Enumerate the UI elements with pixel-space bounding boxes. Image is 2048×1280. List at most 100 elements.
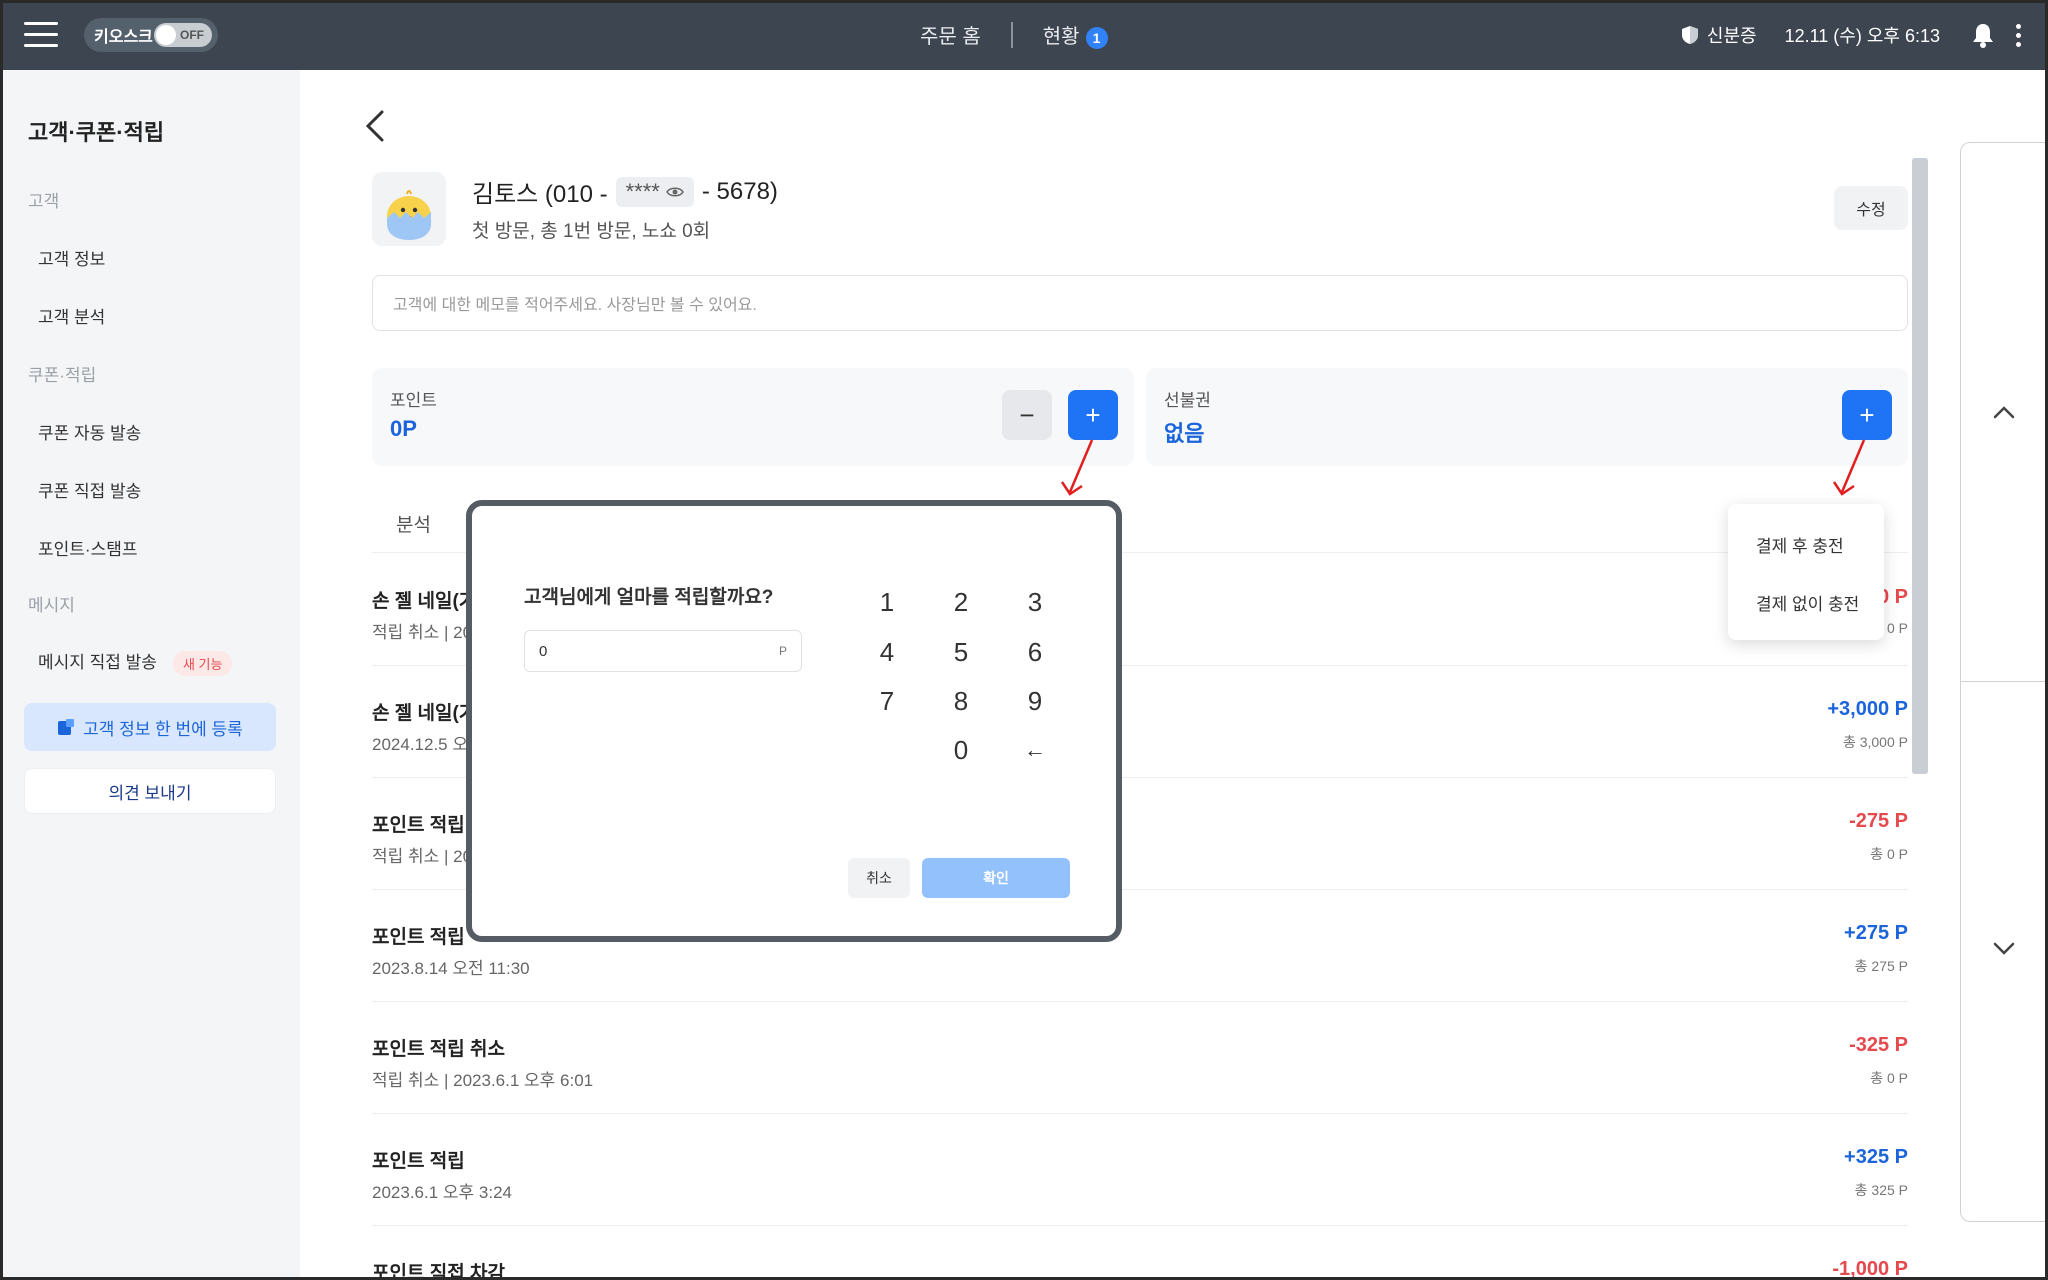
amount-value: 0	[539, 642, 548, 660]
amount-input[interactable]: 0 P	[524, 630, 802, 672]
row-title: 포인트 적립	[372, 815, 465, 836]
row-amount: -1,000 P	[1832, 1258, 1908, 1280]
eye-icon[interactable]	[665, 185, 684, 199]
edit-button[interactable]: 수정	[1834, 186, 1908, 230]
chevron-down-icon[interactable]	[1989, 933, 2019, 963]
history-row[interactable]: 포인트 직접 차감 -1,000 P	[372, 1226, 1908, 1280]
toggle-knob	[156, 25, 176, 45]
row-title: 포인트 직접 차감	[372, 1263, 505, 1280]
row-sub: 적립 취소 | 20	[372, 623, 473, 642]
customer-name-prefix: 김토스 (010 -	[472, 181, 608, 208]
key-6[interactable]: 6	[1010, 632, 1060, 672]
masked-phone[interactable]: ****	[615, 176, 694, 207]
nav-status-label: 현황	[1042, 26, 1080, 48]
visit-summary: 첫 방문, 총 1번 방문, 노쇼 0회	[472, 221, 711, 242]
point-value: 0P	[390, 416, 417, 441]
key-9[interactable]: 9	[1010, 681, 1060, 721]
more-icon[interactable]	[2016, 23, 2022, 47]
prepaid-plus-button[interactable]: +	[1842, 390, 1892, 440]
point-plus-button[interactable]: +	[1068, 390, 1118, 440]
nav-order-home[interactable]: 주문 홈	[920, 20, 981, 49]
row-sub: 2023.6.1 오후 3:24	[372, 1183, 512, 1202]
key-2[interactable]: 2	[936, 582, 986, 622]
row-total: 0 P	[1886, 620, 1908, 636]
kiosk-toggle[interactable]: 키오스크 OFF	[84, 18, 218, 52]
history-row[interactable]: 포인트 적립 2023.6.1 오후 3:24 +325 P 총 325 P	[372, 1114, 1908, 1226]
row-amount: +275 P	[1844, 922, 1908, 944]
id-verify-label[interactable]: 신분증	[1707, 22, 1757, 48]
amount-unit: P	[778, 644, 787, 658]
point-minus-button[interactable]: −	[1002, 390, 1052, 440]
sidebar-item-coupon-auto[interactable]: 쿠폰 자동 발송	[38, 419, 141, 444]
row-sub: 2024.12.5 오	[372, 735, 468, 754]
row-sub: 적립 취소 | 20	[372, 847, 473, 866]
row-total: 총 0 P	[1870, 846, 1908, 862]
menu-charge-without-pay[interactable]: 결제 없이 충전	[1756, 590, 1859, 615]
memo-input[interactable]: 고객에 대한 메모를 적어주세요. 사장님만 볼 수 있어요.	[372, 275, 1908, 331]
row-total: 총 325 P	[1854, 1182, 1908, 1198]
annotation-arrow-icon	[1832, 439, 1866, 496]
chevron-up-icon[interactable]	[1989, 397, 2019, 427]
history-row[interactable]: 포인트 적립 취소 적립 취소 | 2023.6.1 오후 6:01 -325 …	[372, 1002, 1908, 1114]
sidebar-item-message-direct[interactable]: 메시지 직접 발송 새 기능	[38, 648, 233, 677]
back-arrow-icon[interactable]	[362, 108, 388, 144]
register-icon	[58, 719, 75, 735]
menu-charge-after-pay[interactable]: 결제 후 충전	[1756, 532, 1844, 557]
customer-name-suffix: - 5678)	[701, 177, 778, 205]
sidebar-item-customer-info[interactable]: 고객 정보	[38, 245, 105, 270]
row-amount: +3,000 P	[1827, 698, 1908, 720]
row-amount: +325 P	[1844, 1146, 1908, 1168]
sidebar-item-customer-analysis[interactable]: 고객 분석	[38, 303, 105, 328]
row-amount: -325 P	[1849, 1034, 1908, 1056]
confirm-button[interactable]: 확인	[922, 858, 1070, 898]
feedback-button[interactable]: 의견 보내기	[24, 768, 276, 814]
bulk-register-button[interactable]: 고객 정보 한 번에 등록	[24, 703, 276, 751]
prepaid-card: 선불권 없음 +	[1146, 368, 1908, 466]
row-title: 손 젤 네일(기	[372, 703, 477, 724]
backspace-key[interactable]: ←	[1010, 730, 1060, 770]
prepaid-value: 없음	[1164, 421, 1205, 446]
top-right: 신분증 12.11 (수) 오후 6:13	[1681, 0, 2048, 70]
key-8[interactable]: 8	[936, 681, 986, 721]
key-4[interactable]: 4	[862, 632, 912, 672]
kiosk-switch[interactable]: OFF	[154, 23, 212, 47]
sidebar-section-customer: 고객	[28, 192, 60, 211]
key-0[interactable]: 0	[936, 730, 986, 770]
key-3[interactable]: 3	[1010, 582, 1060, 622]
dialog-question: 고객님에게 얼마를 적립할까요?	[524, 587, 774, 608]
sidebar-section-coupon: 쿠폰·적립	[28, 366, 97, 385]
prepaid-charge-menu: 결제 후 충전 결제 없이 충전	[1728, 504, 1884, 640]
kiosk-label: 키오스크	[94, 29, 153, 46]
row-amount: -275 P	[1849, 810, 1908, 832]
sidebar-section-message: 메시지	[28, 596, 75, 615]
key-1[interactable]: 1	[862, 582, 912, 622]
sidebar-item-coupon-direct[interactable]: 쿠폰 직접 발송	[38, 477, 141, 502]
panel-divider	[1961, 681, 2048, 682]
masked-digits: ****	[625, 178, 660, 204]
row-sub: 적립 취소 | 2023.6.1 오후 6:01	[372, 1071, 594, 1090]
row-title: 손 젤 네일(기	[372, 591, 477, 612]
scrollbar[interactable]	[1912, 158, 1928, 774]
cancel-button[interactable]: 취소	[848, 858, 910, 898]
sidebar-item-point-stamp[interactable]: 포인트·스탬프	[38, 535, 138, 560]
bell-icon[interactable]	[1970, 22, 1996, 48]
nav-divider	[1010, 21, 1013, 48]
point-earn-dialog: 고객님에게 얼마를 적립할까요? 0 P 1 2 3 4 5 6 7 8 9 0…	[466, 500, 1122, 942]
sidebar: 고객·쿠폰·적립 고객 고객 정보 고객 분석 쿠폰·적립 쿠폰 자동 발송 쿠…	[0, 70, 300, 1280]
nav-status[interactable]: 현황 1	[1043, 20, 1108, 49]
datetime: 12.11 (수) 오후 6:13	[1784, 26, 1940, 46]
menu-icon[interactable]	[24, 22, 58, 48]
annotation-arrow-icon	[1060, 439, 1094, 496]
scroll-panel	[1960, 142, 2048, 1222]
top-nav: 주문 홈 현황 1	[920, 20, 1108, 49]
chick-icon	[387, 190, 431, 240]
key-7[interactable]: 7	[862, 681, 912, 721]
tab-analysis[interactable]: 분석	[396, 510, 431, 537]
row-title: 포인트 적립	[372, 1151, 465, 1172]
key-5[interactable]: 5	[936, 632, 986, 672]
prepaid-label: 선불권	[1164, 391, 1211, 410]
top-bar: 키오스크 OFF 주문 홈 현황 1 신분증 12.11 (수) 오후 6:13	[0, 0, 2048, 70]
status-count-badge: 1	[1085, 27, 1108, 49]
row-title: 포인트 적립	[372, 927, 465, 948]
row-sub: 2023.8.14 오전 11:30	[372, 959, 530, 978]
